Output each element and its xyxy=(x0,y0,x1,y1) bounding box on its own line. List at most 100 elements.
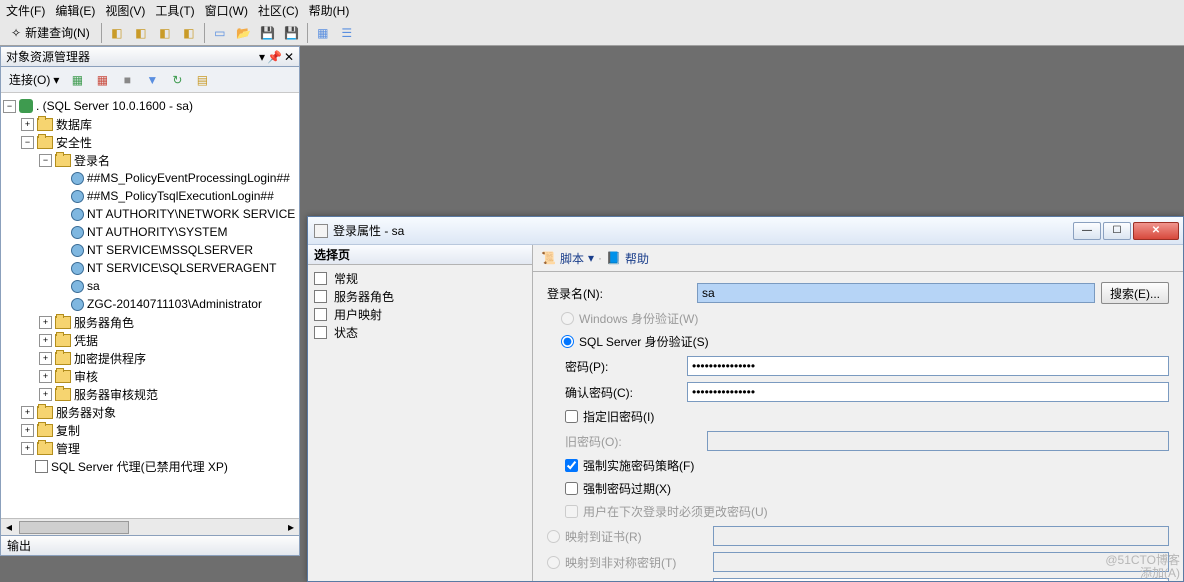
specifyold-check[interactable] xyxy=(565,410,578,423)
explorer-btn-2[interactable]: ▦ xyxy=(91,69,113,91)
dialog-title-bar[interactable]: 登录属性 - sa — ☐ ✕ xyxy=(308,217,1183,245)
tree-node-replication[interactable]: +复制 xyxy=(3,421,297,439)
explorer-btn-6[interactable]: ▤ xyxy=(191,69,213,91)
new-query-button[interactable]: ✧ 新建查询(N) xyxy=(4,22,97,44)
winauth-radio xyxy=(561,312,574,325)
h-scrollbar[interactable]: ◂ ▸ xyxy=(1,518,299,535)
tree-login-item[interactable]: ##MS_PolicyTsqlExecutionLogin## xyxy=(3,187,297,205)
loginname-input[interactable] xyxy=(697,283,1095,303)
tree-login-item[interactable]: sa xyxy=(3,277,297,295)
search-button[interactable]: 搜索(E)... xyxy=(1101,282,1169,304)
scroll-right-icon[interactable]: ▸ xyxy=(283,520,299,534)
sqlauth-radio[interactable] xyxy=(561,335,574,348)
page-usermap[interactable]: 用户映射 xyxy=(314,305,526,323)
expand-icon[interactable]: + xyxy=(21,118,34,131)
tree-login-item[interactable]: NT AUTHORITY\NETWORK SERVICE xyxy=(3,205,297,223)
confirm-input[interactable] xyxy=(687,382,1169,402)
toolbar-btn-4[interactable]: ◧ xyxy=(178,22,200,44)
tree-root[interactable]: −. (SQL Server 10.0.1600 - sa) xyxy=(3,97,297,115)
expand-icon[interactable]: + xyxy=(39,352,52,365)
tree-node-security[interactable]: −安全性 xyxy=(3,133,297,151)
expand-icon[interactable]: + xyxy=(39,370,52,383)
object-tree[interactable]: −. (SQL Server 10.0.1600 - sa) +数据库 −安全性… xyxy=(1,93,299,535)
explorer-btn-4[interactable]: ▼ xyxy=(141,69,163,91)
help-button[interactable]: 📘帮助 xyxy=(606,250,649,267)
list-icon: ☰ xyxy=(341,26,352,40)
toolbar-btn-10[interactable]: ☰ xyxy=(336,22,358,44)
stop-icon: ■ xyxy=(124,73,131,87)
menu-window[interactable]: 窗口(W) xyxy=(205,2,248,19)
toolbar-btn-1[interactable]: ◧ xyxy=(106,22,128,44)
menu-community[interactable]: 社区(C) xyxy=(258,2,299,19)
collapse-icon[interactable]: − xyxy=(39,154,52,167)
close-button[interactable]: ✕ xyxy=(1133,222,1179,240)
enforce-check[interactable] xyxy=(565,459,578,472)
tree-node-management[interactable]: + 管理 xyxy=(3,439,297,457)
dropdown-icon[interactable]: ▾ xyxy=(259,50,265,64)
tree-node-credentials[interactable]: +凭据 xyxy=(3,331,297,349)
close-icon[interactable]: ✕ xyxy=(284,50,294,64)
scroll-left-icon[interactable]: ◂ xyxy=(1,520,17,534)
tree-node-databases[interactable]: +数据库 xyxy=(3,115,297,133)
tree-label: 管理 xyxy=(56,440,80,457)
minimize-button[interactable]: — xyxy=(1073,222,1101,240)
tree-login-item[interactable]: NT SERVICE\SQLSERVERAGENT xyxy=(3,259,297,277)
toolbar-btn-6[interactable]: 📂 xyxy=(233,22,255,44)
page-status[interactable]: 状态 xyxy=(314,323,526,341)
scroll-thumb[interactable] xyxy=(19,521,129,534)
collapse-icon[interactable]: − xyxy=(3,100,16,113)
toolbar-btn-7[interactable]: 💾 xyxy=(257,22,279,44)
expire-check[interactable] xyxy=(565,482,578,495)
expand-icon[interactable]: + xyxy=(21,442,34,455)
page-label: 状态 xyxy=(334,324,358,341)
expand-icon[interactable]: + xyxy=(39,388,52,401)
tree-node-auditspec[interactable]: +服务器审核规范 xyxy=(3,385,297,403)
toolbar-btn-3[interactable]: ◧ xyxy=(154,22,176,44)
tree-node-audit[interactable]: +审核 xyxy=(3,367,297,385)
page-general[interactable]: 常规 xyxy=(314,269,526,287)
folder-icon xyxy=(37,424,53,437)
collapse-icon[interactable]: − xyxy=(21,136,34,149)
tree-login-item[interactable]: ZGC-20140711103\Administrator xyxy=(3,295,297,313)
menu-file[interactable]: 文件(F) xyxy=(6,2,45,19)
expand-icon[interactable]: + xyxy=(39,334,52,347)
menu-view[interactable]: 视图(V) xyxy=(105,2,145,19)
tree-login-item[interactable]: ##MS_PolicyEventProcessingLogin## xyxy=(3,169,297,187)
confirm-label: 确认密码(C): xyxy=(547,384,687,401)
expand-icon[interactable]: + xyxy=(21,406,34,419)
menu-edit[interactable]: 编辑(E) xyxy=(55,2,95,19)
tree-login-item[interactable]: NT AUTHORITY\SYSTEM xyxy=(3,223,297,241)
script-button[interactable]: 📜脚本 ▾ xyxy=(541,250,594,267)
maximize-button[interactable]: ☐ xyxy=(1103,222,1131,240)
toolbar-btn-9[interactable]: ▦ xyxy=(312,22,334,44)
tree-login-item[interactable]: NT SERVICE\MSSQLSERVER xyxy=(3,241,297,259)
page-label: 服务器角色 xyxy=(334,288,394,305)
password-input[interactable] xyxy=(687,356,1169,376)
expand-icon[interactable]: + xyxy=(39,316,52,329)
menu-tools[interactable]: 工具(T) xyxy=(155,2,194,19)
tree-node-logins[interactable]: −登录名 xyxy=(3,151,297,169)
connect-button[interactable]: 连接(O) ▾ xyxy=(5,70,63,90)
explorer-btn-1[interactable]: ▦ xyxy=(66,69,88,91)
page-roles[interactable]: 服务器角色 xyxy=(314,287,526,305)
user-icon xyxy=(71,298,84,311)
tree-node-agent[interactable]: SQL Server 代理(已禁用代理 XP) xyxy=(3,457,297,475)
user-icon xyxy=(71,262,84,275)
help-icon: 📘 xyxy=(606,251,621,265)
pin-icon[interactable]: 📌 xyxy=(267,50,282,64)
tree-node-serverroles[interactable]: +服务器角色 xyxy=(3,313,297,331)
sqlauth-label: SQL Server 身份验证(S) xyxy=(579,333,709,350)
toolbar-btn-5[interactable]: ▭ xyxy=(209,22,231,44)
expand-icon[interactable]: + xyxy=(21,424,34,437)
explorer-btn-5[interactable]: ↻ xyxy=(166,69,188,91)
mapcert-label: 映射到证书(R) xyxy=(565,528,713,545)
tree-node-crypto[interactable]: +加密提供程序 xyxy=(3,349,297,367)
menu-help[interactable]: 帮助(H) xyxy=(309,2,350,19)
mapcred-input[interactable] xyxy=(713,578,1169,581)
toolbar-btn-8[interactable]: 💾 xyxy=(281,22,303,44)
db-icon: ◧ xyxy=(183,26,194,40)
db-icon: ◧ xyxy=(159,26,170,40)
toolbar-btn-2[interactable]: ◧ xyxy=(130,22,152,44)
explorer-btn-3[interactable]: ■ xyxy=(116,69,138,91)
tree-node-serverobj[interactable]: +服务器对象 xyxy=(3,403,297,421)
